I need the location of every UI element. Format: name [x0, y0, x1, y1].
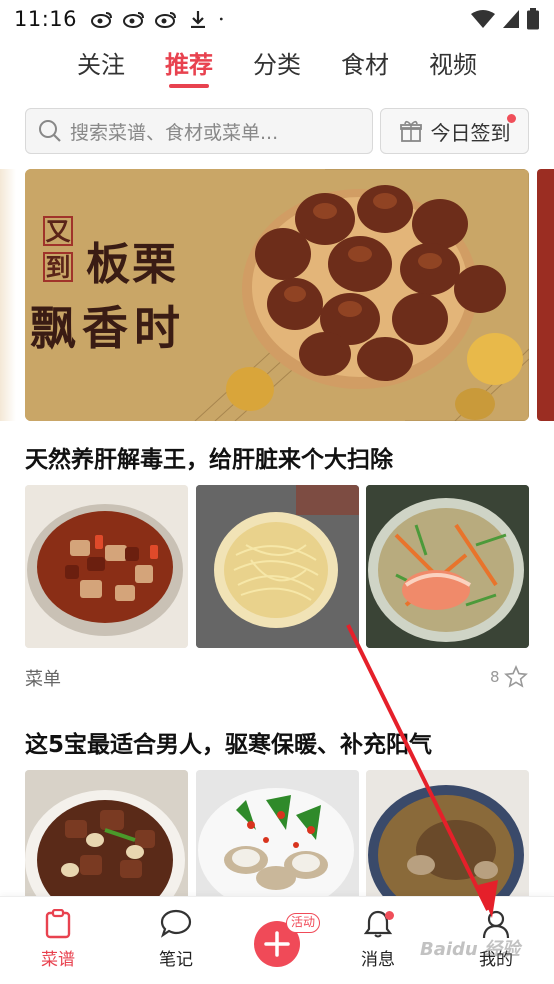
clipboard-icon	[45, 909, 71, 939]
messages-badge-dot	[385, 911, 394, 920]
weibo-icon	[123, 12, 145, 28]
wifi-icon	[471, 10, 495, 28]
card-type-label: 菜单	[25, 669, 61, 690]
weibo-icon	[155, 12, 177, 28]
search-icon	[39, 120, 61, 142]
shrimp-salad-image	[366, 485, 529, 648]
recipe-thumbnail[interactable]	[25, 485, 188, 648]
banner-prev-peek[interactable]	[0, 169, 16, 421]
activity-tag: 活动	[286, 913, 321, 933]
feed-card-title[interactable]: 这5宝最适合男人，驱寒保暖、补充阳气	[25, 725, 432, 759]
status-time: 11:16	[14, 7, 78, 31]
banner-char-2: 到	[43, 252, 73, 282]
nav-recipes[interactable]: 菜谱	[18, 909, 98, 970]
banner-next-peek[interactable]	[537, 169, 554, 421]
checkin-label: 今日签到	[430, 120, 511, 145]
dot-icon	[219, 17, 223, 21]
gift-icon	[399, 120, 422, 142]
feed-card-title[interactable]: 天然养肝解毒王，给肝脏来个大扫除	[25, 440, 393, 474]
status-bar: 11:16	[0, 0, 554, 38]
tab-category[interactable]: 分类	[253, 44, 301, 88]
signal-icon	[503, 10, 519, 28]
braised-pork-image	[25, 485, 188, 648]
favorite-count: 8	[490, 668, 500, 686]
nav-notes-label: 笔记	[159, 950, 193, 970]
watermark: Baidu 经验	[420, 939, 521, 960]
tab-ingredients[interactable]: 食材	[341, 44, 389, 88]
tab-follow[interactable]: 关注	[77, 44, 125, 88]
nav-recipes-label: 菜谱	[41, 950, 75, 970]
tab-recommend[interactable]: 推荐	[165, 44, 213, 88]
noodles-image	[196, 485, 359, 648]
search-input[interactable]: 搜索菜谱、食材或菜单...	[25, 108, 373, 154]
daily-checkin-button[interactable]: 今日签到	[380, 108, 529, 154]
nav-messages-label: 消息	[361, 950, 395, 970]
recipe-thumbnail[interactable]	[366, 485, 529, 648]
star-icon	[503, 665, 528, 688]
soup-image	[366, 770, 529, 896]
notification-icons	[91, 10, 229, 28]
recipe-thumbnail[interactable]	[25, 770, 188, 896]
banner-headline-1: 板栗	[86, 239, 178, 290]
weibo-icon	[91, 12, 113, 28]
recipe-thumbnail[interactable]	[366, 770, 529, 896]
search-placeholder: 搜索菜谱、食材或菜单...	[70, 121, 279, 144]
beef-stew-image	[25, 770, 188, 896]
download-icon	[191, 11, 206, 28]
recipe-thumbnail[interactable]	[196, 770, 359, 896]
nav-messages[interactable]: 消息	[338, 909, 418, 970]
top-tab-bar: 关注 推荐 分类 食材 视频	[0, 44, 554, 94]
oyster-image	[196, 770, 359, 896]
status-right-icons	[470, 8, 540, 30]
banner-headline-2: 飘香时	[30, 301, 186, 355]
chat-bubble-icon	[160, 909, 192, 938]
tab-video[interactable]: 视频	[429, 44, 477, 88]
banner-char-1: 又	[43, 216, 73, 246]
recipe-thumbnail[interactable]	[196, 485, 359, 648]
nav-notes[interactable]: 笔记	[136, 909, 216, 970]
battery-icon	[527, 8, 539, 30]
checkin-badge-dot	[507, 114, 516, 123]
favorite-button[interactable]: 8	[490, 665, 528, 689]
